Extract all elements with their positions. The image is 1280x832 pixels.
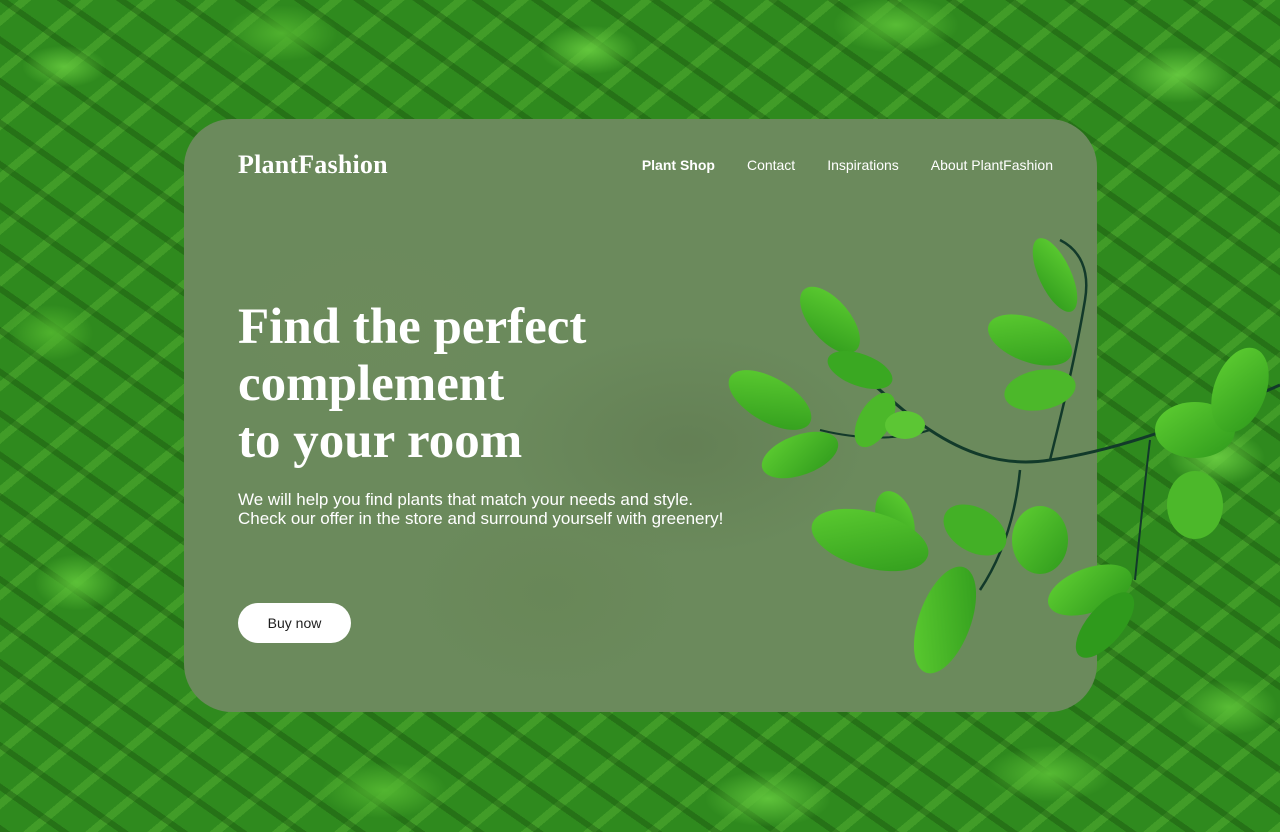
subtext-line: We will help you find plants that match …: [238, 490, 694, 509]
subtext-line: Check our offer in the store and surroun…: [238, 509, 724, 528]
hero-headline: Find the perfect complement to your room: [238, 299, 758, 470]
headline-line: complement: [238, 356, 505, 412]
nav-item-contact[interactable]: Contact: [747, 157, 795, 173]
brand-logo[interactable]: PlantFashion: [238, 150, 388, 180]
buy-now-button[interactable]: Buy now: [238, 603, 351, 643]
nav-item-plant-shop[interactable]: Plant Shop: [642, 157, 715, 173]
hero-subtext: We will help you find plants that match …: [238, 490, 798, 528]
hero-card: PlantFashion Plant Shop Contact Inspirat…: [184, 119, 1097, 712]
headline-line: to your room: [238, 413, 523, 469]
headline-line: Find the perfect: [238, 299, 587, 355]
nav-item-inspirations[interactable]: Inspirations: [827, 157, 899, 173]
main-nav: Plant Shop Contact Inspirations About Pl…: [642, 157, 1053, 173]
nav-item-about[interactable]: About PlantFashion: [931, 157, 1053, 173]
